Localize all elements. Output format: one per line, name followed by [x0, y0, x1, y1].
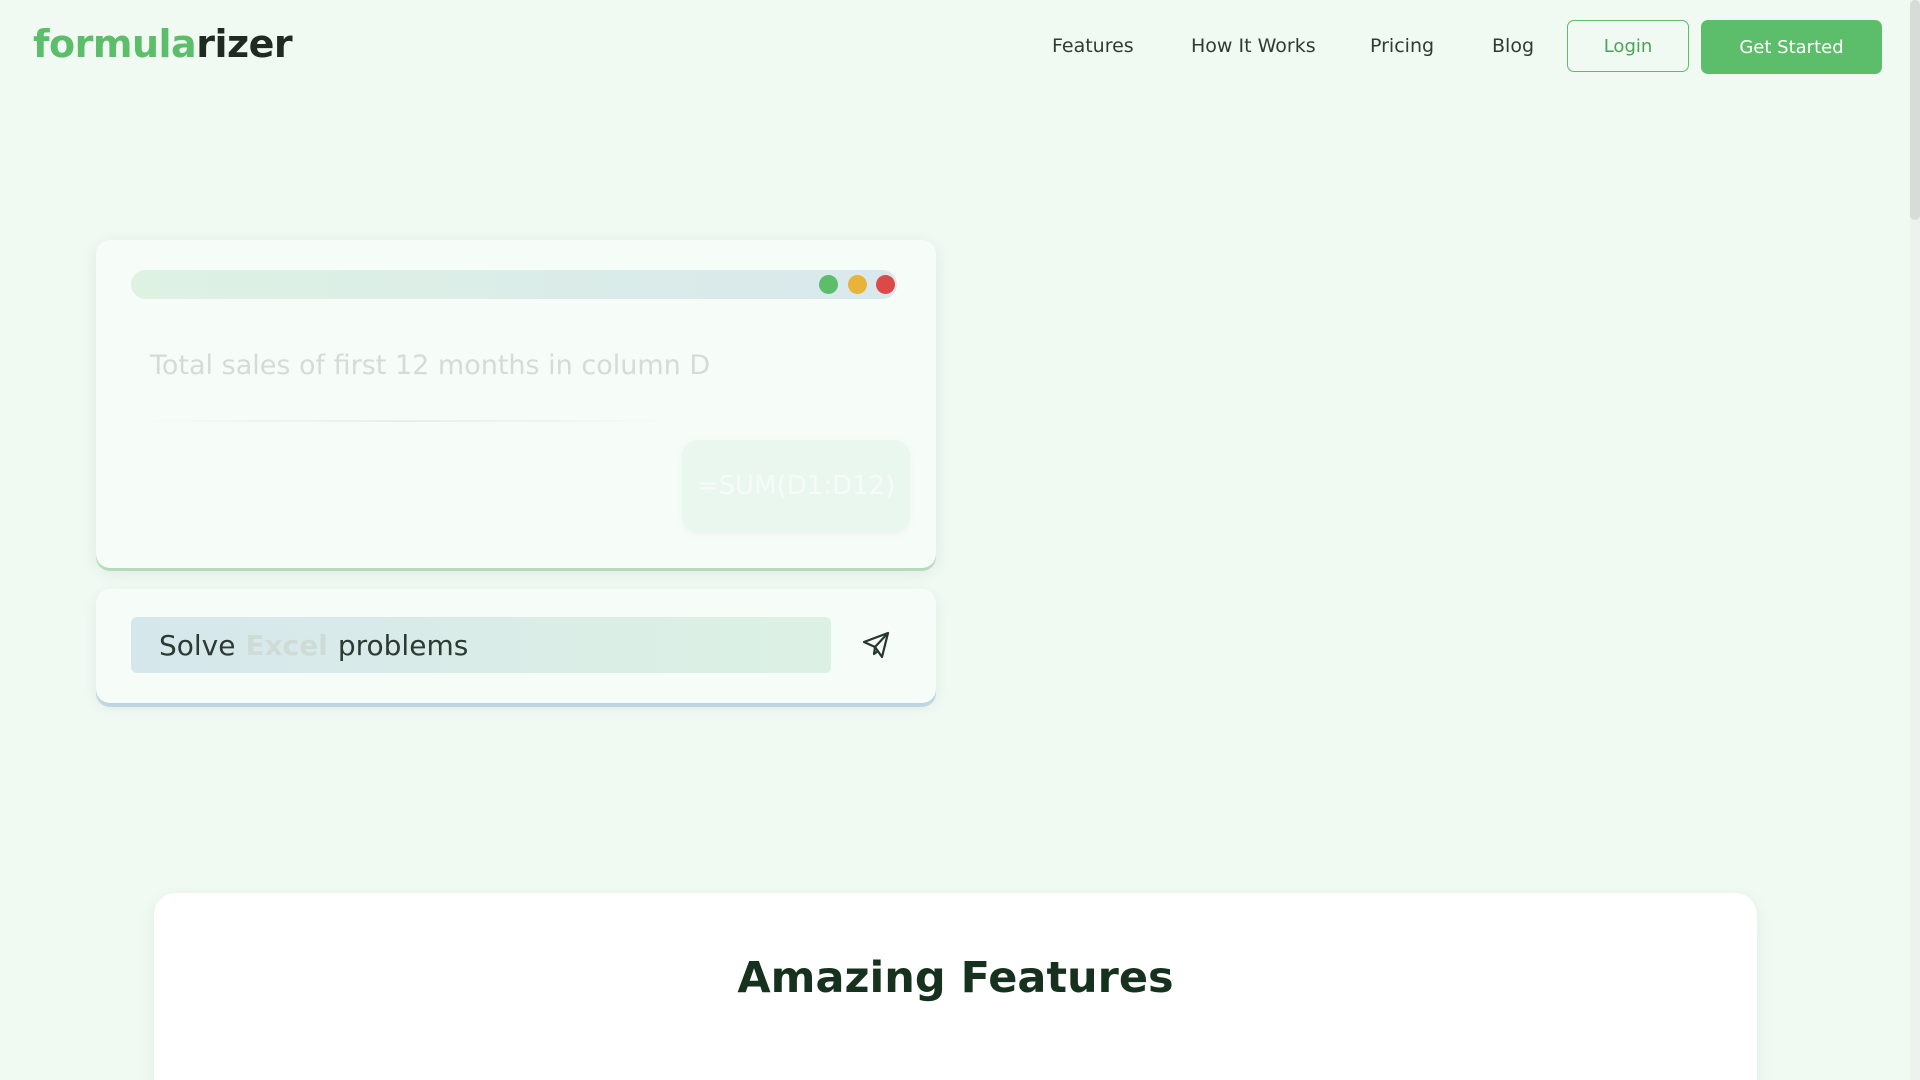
window-dot-red: [876, 275, 895, 294]
window-titlebar: [131, 270, 897, 299]
get-started-button[interactable]: Get Started: [1701, 20, 1882, 74]
login-button[interactable]: Login: [1567, 20, 1689, 72]
formula-result-text: =SUM(D1:D12): [696, 471, 896, 501]
window-dot-yellow: [848, 275, 867, 294]
nav-link-features[interactable]: Features: [1052, 35, 1134, 57]
prompt-divider: [136, 420, 676, 422]
formula-demo-card: Total sales of first 12 months in column…: [96, 240, 936, 568]
nav-link-blog[interactable]: Blog: [1492, 35, 1534, 57]
features-section: Amazing Features: [154, 893, 1757, 1080]
logo-part-formula: formula: [33, 22, 197, 66]
page: formularizer Features How It Works Prici…: [0, 0, 1920, 1080]
nav-link-how-it-works[interactable]: How It Works: [1191, 35, 1316, 57]
input-word-excel: Excel: [245, 628, 328, 662]
logo-part-rizer: rizer: [196, 22, 293, 66]
send-icon: [862, 631, 890, 659]
prompt-input-card: Solve Excel problems: [96, 589, 936, 703]
window-dot-green: [819, 275, 838, 294]
demo-prompt-text: Total sales of first 12 months in column…: [150, 350, 711, 381]
send-button[interactable]: [860, 629, 892, 661]
header: formularizer Features How It Works Prici…: [0, 0, 1910, 94]
nav-link-pricing[interactable]: Pricing: [1370, 35, 1434, 57]
formula-result-box: =SUM(D1:D12): [682, 440, 910, 532]
input-word-problems: problems: [337, 628, 469, 662]
logo[interactable]: formularizer: [33, 22, 293, 66]
prompt-input[interactable]: Solve Excel problems: [131, 617, 831, 673]
page-scrollbar[interactable]: [1910, 0, 1920, 1080]
input-word-solve: Solve: [159, 628, 236, 662]
features-title: Amazing Features: [737, 953, 1174, 1003]
scrollbar-thumb[interactable]: [1910, 0, 1920, 220]
